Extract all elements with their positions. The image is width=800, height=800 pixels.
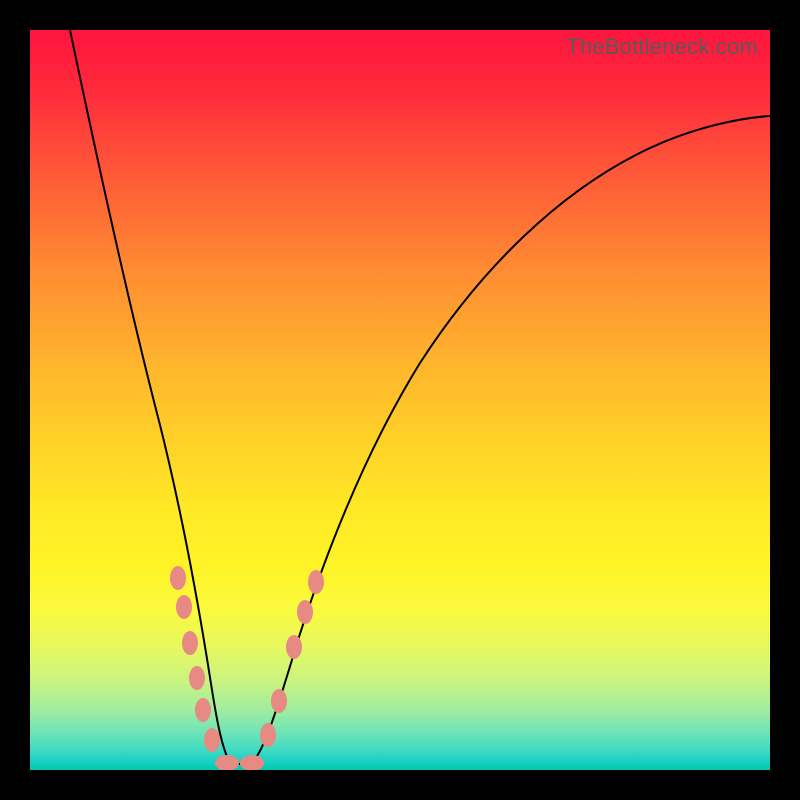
marker-right-3 — [286, 635, 302, 659]
marker-bottom-1 — [215, 755, 239, 770]
plot-area: TheBottleneck.com — [30, 30, 770, 770]
marker-right-1 — [260, 723, 276, 747]
marker-left-6 — [204, 728, 220, 752]
marker-left-5 — [195, 698, 211, 722]
chart-frame: TheBottleneck.com — [0, 0, 800, 800]
marker-right-2 — [271, 689, 287, 713]
marker-left-1 — [170, 566, 186, 590]
curve-left — [70, 30, 240, 764]
curve-right — [250, 116, 770, 764]
marker-left-4 — [189, 666, 205, 690]
marker-right-5 — [308, 570, 324, 594]
marker-right-4 — [297, 600, 313, 624]
marker-left-3 — [182, 631, 198, 655]
chart-svg — [30, 30, 770, 770]
marker-left-2 — [176, 595, 192, 619]
marker-bottom-2 — [240, 755, 264, 770]
